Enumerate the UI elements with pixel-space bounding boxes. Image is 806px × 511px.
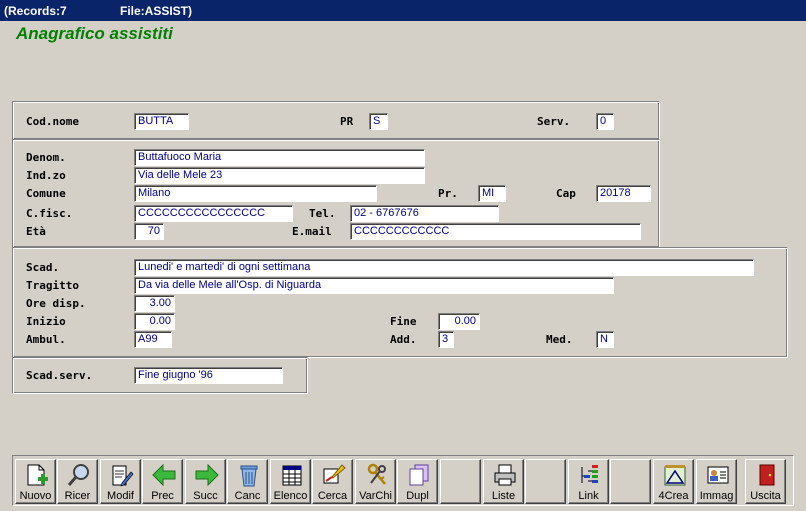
- immag-label: Immag: [699, 490, 734, 502]
- id-card-icon: [707, 466, 729, 484]
- nuovo-button[interactable]: Nuovo: [15, 459, 56, 504]
- denom-field[interactable]: Buttafuoco Maria: [134, 149, 425, 166]
- arrow-left-icon: [152, 463, 176, 487]
- records-count: (Records:7: [4, 4, 67, 18]
- cod-nome-label: Cod.nome: [26, 115, 79, 128]
- inizio-field[interactable]: 0.00: [134, 313, 175, 330]
- ambul-field[interactable]: A99: [134, 331, 172, 348]
- page-title: Anagrafico assistiti: [16, 24, 173, 43]
- modif-label: Modif: [107, 490, 134, 502]
- indzo-field[interactable]: Via delle Mele 23: [134, 167, 425, 184]
- dupl-label: Dupl: [406, 490, 429, 502]
- scad-label: Scad.: [26, 261, 60, 274]
- printer-icon: [494, 464, 516, 486]
- pr-label: PR: [340, 115, 354, 128]
- cap-label: Cap: [556, 187, 576, 200]
- comune-field[interactable]: Milano: [134, 185, 377, 202]
- fine-label: Fine: [390, 315, 417, 328]
- cod-nome-field[interactable]: BUTTA: [134, 113, 189, 130]
- med-field[interactable]: N: [596, 331, 614, 348]
- empty-slot-2: [525, 459, 566, 504]
- serv-label: Serv.: [537, 115, 571, 128]
- new-document-icon: [27, 464, 48, 486]
- magnifier-icon: [67, 464, 89, 486]
- empty-slot-3: [610, 459, 651, 504]
- immag-button[interactable]: Immag: [696, 459, 737, 504]
- pr-field[interactable]: S: [369, 113, 388, 130]
- canc-button[interactable]: Canc: [227, 459, 268, 504]
- crea4-button[interactable]: 4Crea: [653, 459, 694, 504]
- modif-button[interactable]: Modif: [100, 459, 141, 504]
- varchi-label: VarChi: [359, 490, 392, 502]
- trash-icon: [240, 465, 258, 487]
- canc-label: Canc: [234, 490, 261, 502]
- scad-field[interactable]: Lunedi' e martedi' di ogni settimana: [134, 259, 754, 276]
- elenco-label: Elenco: [273, 490, 308, 502]
- dupl-button[interactable]: Dupl: [397, 459, 438, 504]
- cerca-label: Cerca: [317, 490, 348, 502]
- link-button[interactable]: Link: [568, 459, 609, 504]
- comune-label: Comune: [26, 187, 66, 200]
- liste-label: Liste: [491, 490, 516, 502]
- varchi-button[interactable]: VarChi: [355, 459, 396, 504]
- med-label: Med.: [546, 333, 573, 346]
- uscita-button[interactable]: Uscita: [745, 459, 786, 504]
- keys-icon: [367, 463, 386, 485]
- ricer-label: Ricer: [64, 490, 91, 502]
- indzo-label: Ind.zo: [26, 169, 66, 182]
- link-label: Link: [578, 490, 599, 502]
- scad-serv-field[interactable]: Fine giugno '96: [134, 367, 283, 384]
- exit-door-icon: [759, 464, 775, 486]
- table-icon: [282, 465, 302, 486]
- tragitto-field[interactable]: Da via delle Mele all'Osp. di Niguarda: [134, 277, 614, 294]
- file-name: File:ASSIST): [120, 4, 193, 18]
- provincia-label: Pr.: [438, 187, 458, 200]
- prec-button[interactable]: Prec: [142, 459, 183, 504]
- denom-label: Denom.: [26, 151, 66, 164]
- add-label: Add.: [390, 333, 417, 346]
- elenco-button[interactable]: Elenco: [270, 459, 311, 504]
- serv-field[interactable]: 0: [596, 113, 614, 130]
- edit-document-icon: [112, 465, 134, 487]
- add-field[interactable]: 3: [438, 331, 454, 348]
- arrow-right-icon: [195, 463, 219, 487]
- search-flashlight-icon: [323, 464, 346, 484]
- ambul-label: Ambul.: [26, 333, 66, 346]
- cap-field[interactable]: 20178: [596, 185, 651, 202]
- liste-button[interactable]: Liste: [483, 459, 524, 504]
- empty-slot-1: [440, 459, 481, 504]
- eta-field[interactable]: 70: [134, 223, 164, 240]
- title-bar: (Records:7 File:ASSIST): [0, 0, 806, 21]
- eta-label: Età: [26, 225, 46, 238]
- succ-button[interactable]: Succ: [185, 459, 226, 504]
- ricer-button[interactable]: Ricer: [57, 459, 98, 504]
- tel-field[interactable]: 02 - 6767676: [350, 205, 499, 222]
- email-field[interactable]: CCCCCCCCCCCC: [350, 223, 641, 240]
- email-label: E.mail: [292, 225, 332, 238]
- scad-serv-label: Scad.serv.: [26, 369, 93, 382]
- tragitto-label: Tragitto: [26, 279, 79, 292]
- tel-label: Tel.: [309, 207, 336, 220]
- cfisc-field[interactable]: CCCCCCCCCCCCCCCC: [134, 205, 293, 222]
- link-tree-icon: [581, 465, 598, 483]
- cerca-button[interactable]: Cerca: [312, 459, 353, 504]
- cfisc-label: C.fisc.: [26, 207, 73, 220]
- ore-disp-field[interactable]: 3.00: [134, 295, 175, 312]
- provincia-field[interactable]: MI: [478, 185, 506, 202]
- inizio-label: Inizio: [26, 315, 66, 328]
- succ-label: Succ: [193, 490, 218, 502]
- crea4-label: 4Crea: [658, 490, 689, 502]
- prec-label: Prec: [151, 490, 174, 502]
- fine-field[interactable]: 0.00: [438, 313, 480, 330]
- duplicate-icon: [409, 464, 429, 486]
- nuovo-label: Nuovo: [19, 490, 52, 502]
- create-tools-icon: [664, 465, 686, 486]
- uscita-label: Uscita: [750, 490, 781, 502]
- ore-disp-label: Ore disp.: [26, 297, 86, 310]
